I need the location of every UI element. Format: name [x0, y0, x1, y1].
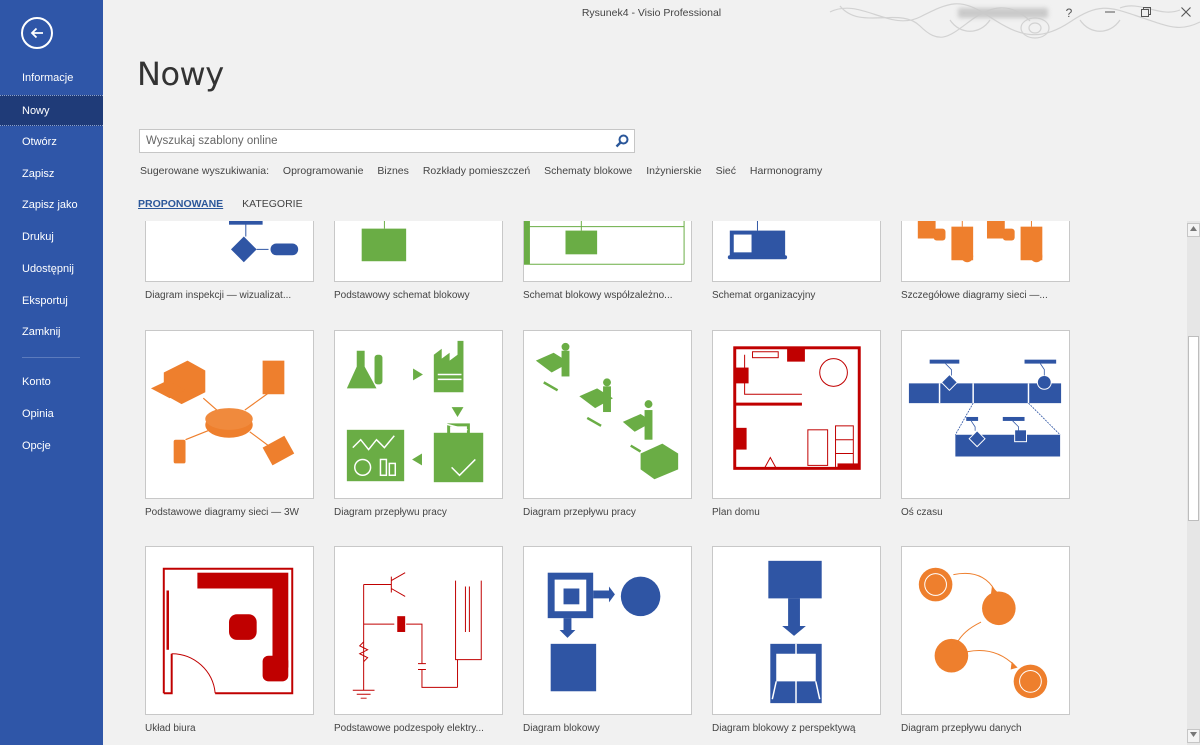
- block-perspective-thumbnail-icon: [768, 560, 822, 704]
- block-diagram-thumbnail-icon: [547, 572, 661, 692]
- template-thumbnail: [334, 546, 503, 715]
- template-label: Układ biura: [145, 723, 196, 734]
- sidebar-item-informacje[interactable]: Informacje: [0, 63, 103, 94]
- sidebar-item-nowy[interactable]: Nowy: [0, 95, 103, 126]
- arrow-left-icon: [30, 27, 43, 39]
- visio-backstage: Informacje Nowy Otwórz Zapisz Zapisz jak…: [0, 0, 1200, 745]
- template-thumbnail: [901, 330, 1070, 499]
- sidebar-item-opcje[interactable]: Opcje: [0, 431, 103, 462]
- template-thumbnail: [712, 221, 881, 282]
- template-thumbnail: [145, 221, 314, 282]
- minimize-icon: [1105, 11, 1115, 13]
- template-thumbnail: [334, 330, 503, 499]
- sidebar-item-zapisz[interactable]: Zapisz: [0, 159, 103, 190]
- sidebar-item-konto[interactable]: Konto: [0, 367, 103, 398]
- suggested-label: Sugerowane wyszukiwania:: [140, 165, 269, 177]
- template-label: Diagram przepływu pracy: [523, 507, 636, 518]
- home-plan-thumbnail-icon: [733, 346, 861, 470]
- template-thumbnail: [901, 221, 1070, 282]
- close-button[interactable]: [1175, 4, 1197, 22]
- template-label: Podstawowy schemat blokowy: [334, 290, 470, 301]
- template-label: Diagram inspekcji — wizualizat...: [145, 290, 292, 301]
- gallery-scrollbar[interactable]: [1187, 221, 1200, 745]
- template-thumbnail: [712, 330, 881, 499]
- backstage-sidebar: Informacje Nowy Otwórz Zapisz Zapisz jak…: [0, 0, 103, 745]
- template-label: Oś czasu: [901, 507, 943, 518]
- basic-network-thumbnail-icon: [150, 360, 295, 466]
- search-icon[interactable]: [614, 133, 630, 149]
- template-label: Podstawowe podzespoły elektry...: [334, 723, 484, 734]
- template-gallery: Diagram inspekcji — wizualizat... Podsta…: [103, 221, 1183, 745]
- template-thumbnail: [523, 330, 692, 499]
- sidebar-item-otworz[interactable]: Otwórz: [0, 127, 103, 158]
- template-thumbnail: [334, 221, 503, 282]
- sidebar-item-udostepnij[interactable]: Udostępnij: [0, 254, 103, 285]
- data-flow-thumbnail-icon: [918, 567, 1048, 699]
- office-layout-thumbnail-icon: [162, 567, 294, 695]
- sidebar-item-zapisz-jako[interactable]: Zapisz jako: [0, 190, 103, 221]
- suggested-link-oprogramowanie[interactable]: Oprogramowanie: [283, 165, 364, 177]
- suggested-link-schematy[interactable]: Schematy blokowe: [544, 165, 632, 177]
- sidebar-item-drukuj[interactable]: Drukuj: [0, 222, 103, 253]
- scroll-thumb[interactable]: [1188, 336, 1199, 521]
- suggested-searches: Sugerowane wyszukiwania: Oprogramowanie …: [140, 165, 833, 177]
- suggested-link-biznes[interactable]: Biznes: [377, 165, 409, 177]
- template-search: [139, 129, 635, 153]
- template-label: Schemat organizacyjny: [712, 290, 816, 301]
- help-button[interactable]: ?: [1058, 4, 1080, 22]
- electrical-thumbnail-icon: [352, 572, 482, 699]
- caret-down-icon: [1190, 732, 1197, 737]
- cross-functional-thumbnail-icon: [524, 221, 685, 265]
- sidebar-divider: [22, 357, 80, 358]
- suggested-link-rozklady[interactable]: Rozkłady pomieszczeń: [423, 165, 530, 177]
- template-thumbnail: [523, 221, 692, 282]
- search-input[interactable]: [140, 130, 610, 152]
- sidebar-item-opinia[interactable]: Opinia: [0, 399, 103, 430]
- template-label: Plan domu: [712, 507, 760, 518]
- suggested-link-siec[interactable]: Sieć: [716, 165, 736, 177]
- template-thumbnail: [523, 546, 692, 715]
- suggested-link-inzynierskie[interactable]: Inżynierskie: [646, 165, 701, 177]
- minimize-button[interactable]: [1099, 4, 1121, 22]
- page-title: Nowy: [137, 55, 224, 93]
- user-name-blurred[interactable]: [958, 8, 1048, 18]
- template-thumbnail: [901, 546, 1070, 715]
- basic-flowchart-thumbnail-icon: [361, 221, 407, 262]
- template-thumbnail: [712, 546, 881, 715]
- template-tabs: PROPONOWANE KATEGORIE: [138, 198, 319, 210]
- restore-button[interactable]: [1135, 4, 1157, 22]
- template-thumbnail: [145, 330, 314, 499]
- flowchart-thumbnail-icon: [229, 221, 299, 263]
- workflow-3d-thumbnail-icon: [535, 342, 679, 480]
- detailed-network-thumbnail-icon: [917, 221, 1043, 263]
- title-bar: Rysunek4 - Visio Professional ?: [103, 0, 1200, 39]
- scroll-up-button[interactable]: [1187, 223, 1200, 237]
- org-chart-thumbnail-icon: [727, 221, 788, 260]
- sidebar-item-zamknij[interactable]: Zamknij: [0, 317, 103, 348]
- restore-icon: [1141, 7, 1151, 17]
- close-icon: [1181, 7, 1191, 17]
- template-label: Diagram blokowy z perspektywą: [712, 723, 856, 734]
- template-label: Diagram przepływu pracy: [334, 507, 447, 518]
- tab-proponowane[interactable]: PROPONOWANE: [138, 198, 223, 210]
- template-label: Podstawowe diagramy sieci — 3W: [145, 507, 299, 518]
- suggested-link-harmonogramy[interactable]: Harmonogramy: [750, 165, 822, 177]
- back-button[interactable]: [21, 17, 53, 49]
- template-label: Schemat blokowy współzależno...: [523, 290, 673, 301]
- scroll-down-button[interactable]: [1187, 729, 1200, 743]
- template-label: Szczegółowe diagramy sieci —...: [901, 290, 1048, 301]
- timeline-thumbnail-icon: [908, 359, 1062, 457]
- template-label: Diagram przepływu danych: [901, 723, 1022, 734]
- template-label: Diagram blokowy: [523, 723, 600, 734]
- tab-kategorie[interactable]: KATEGORIE: [242, 198, 302, 210]
- workflow-icons-thumbnail-icon: [346, 340, 484, 483]
- sidebar-item-eksportuj[interactable]: Eksportuj: [0, 286, 103, 317]
- caret-up-icon: [1190, 226, 1197, 231]
- template-thumbnail: [145, 546, 314, 715]
